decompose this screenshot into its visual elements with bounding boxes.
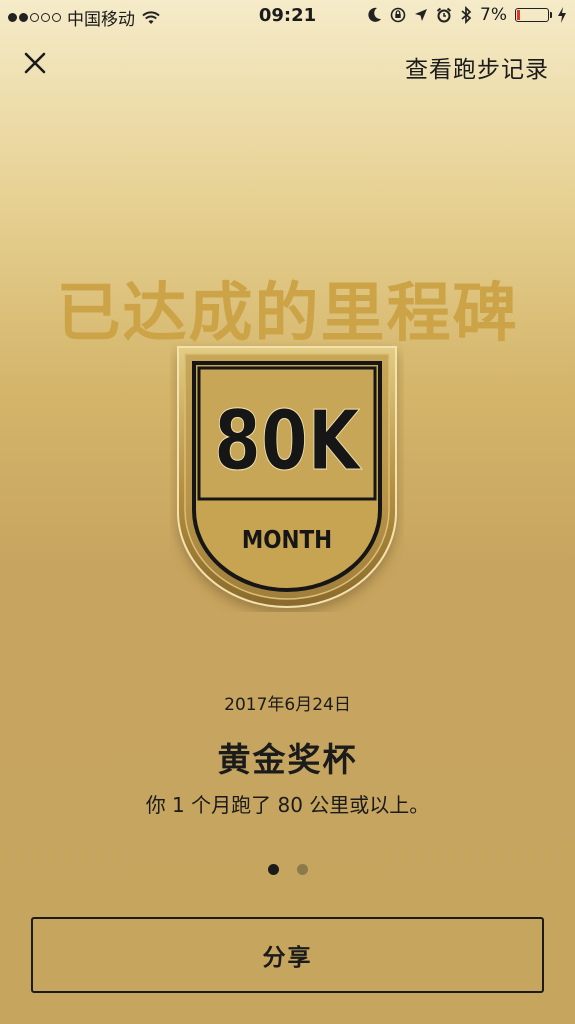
alarm-icon: [436, 7, 452, 23]
rotation-lock-icon: [390, 7, 406, 23]
battery-percent: 7%: [480, 5, 507, 25]
page-indicator: [0, 864, 575, 875]
badge-unit: MONTH: [242, 525, 332, 554]
milestone-badge: 80K MONTH: [177, 346, 397, 608]
badge-value: 80K: [214, 392, 362, 488]
share-button[interactable]: 分享: [31, 917, 544, 993]
view-running-records-link[interactable]: 查看跑步记录: [405, 50, 549, 84]
close-icon[interactable]: [22, 50, 48, 76]
status-bar: 中国移动 09:21 7%: [0, 0, 575, 32]
battery-icon: [515, 8, 552, 22]
bluetooth-icon: [461, 6, 472, 24]
award-date: 2017年6月24日: [224, 695, 351, 715]
award-title: 黄金奖杯: [217, 740, 358, 779]
award-description: 你 1 个月跑了 80 公里或以上。: [145, 793, 430, 817]
page-dot-2[interactable]: [296, 864, 308, 875]
milestone-heading: 已达成的里程碑: [56, 277, 519, 351]
page-dot-1[interactable]: [267, 864, 279, 875]
status-right: 7%: [368, 5, 567, 25]
location-arrow-icon: [415, 9, 428, 21]
moon-icon: [368, 7, 382, 22]
charging-bolt-icon: [558, 7, 566, 23]
